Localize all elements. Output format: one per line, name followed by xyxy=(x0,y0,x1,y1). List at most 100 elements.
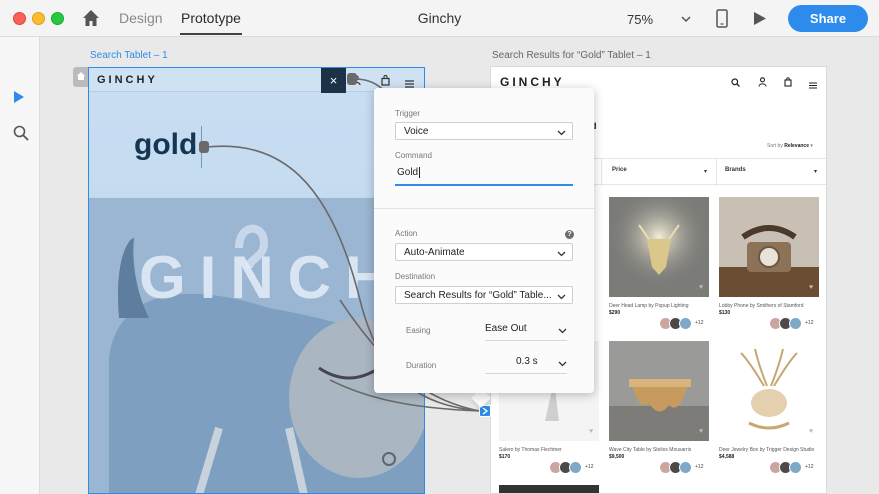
easing-select[interactable]: Ease Out xyxy=(485,323,567,341)
card-price: $290 xyxy=(609,310,621,316)
chevron-down-icon xyxy=(558,326,567,337)
chevron-down-icon[interactable]: ▾ xyxy=(704,168,707,175)
device-preview-icon[interactable] xyxy=(716,9,728,33)
interaction-popover: Trigger Voice Command Gold Action ? Auto… xyxy=(374,88,594,393)
tablet-logo: GINCHY xyxy=(97,74,158,86)
help-icon[interactable]: ? xyxy=(565,230,574,239)
filter-divider xyxy=(716,159,717,186)
popover-divider xyxy=(374,208,594,209)
filter-divider xyxy=(601,159,602,186)
left-toolbar xyxy=(0,37,40,494)
play-icon[interactable] xyxy=(753,11,767,31)
chevron-down-icon[interactable]: ▾ xyxy=(814,168,817,175)
card-price: $9,500 xyxy=(609,454,625,460)
command-label: Command xyxy=(395,151,432,160)
minimize-window-button[interactable] xyxy=(32,12,45,25)
filter-price[interactable]: Price xyxy=(612,167,627,173)
card-avatars: +12 xyxy=(549,461,609,475)
chevron-down-icon xyxy=(558,359,567,370)
zoom-level[interactable]: 75% xyxy=(627,12,653,27)
favorite-icon[interactable]: ♥ xyxy=(589,428,593,435)
trigger-label: Trigger xyxy=(395,109,421,118)
action-select[interactable]: Auto-Animate xyxy=(395,243,573,261)
avatar xyxy=(789,317,802,330)
card-title[interactable]: Deer Head Lamp by Popup Lighting xyxy=(609,303,689,309)
sort-control[interactable]: Sort by Relevance ▾ xyxy=(767,143,813,149)
favorite-icon[interactable]: ♥ xyxy=(809,284,813,291)
duration-value: 0.3 s xyxy=(516,356,538,367)
home-artboard-marker[interactable] xyxy=(73,67,88,87)
avatar-more-count: +12 xyxy=(585,464,594,470)
product-image-deer-lamp[interactable] xyxy=(609,197,709,297)
destination-select[interactable]: Search Results for “Gold” Table... xyxy=(395,286,573,304)
card-avatars: +12 xyxy=(769,461,826,475)
card-avatars: +12 xyxy=(659,461,719,475)
bag-icon[interactable] xyxy=(784,74,792,92)
text-cursor xyxy=(201,126,202,168)
avatar-more-count: +12 xyxy=(805,320,814,326)
user-icon[interactable] xyxy=(351,73,361,91)
card-avatars: +12 xyxy=(659,317,719,331)
action-value: Auto-Animate xyxy=(404,247,465,258)
favorite-icon[interactable]: ♥ xyxy=(699,284,703,291)
select-tool-icon[interactable] xyxy=(13,90,25,109)
active-tab-indicator xyxy=(180,33,242,35)
search-icon[interactable] xyxy=(731,74,740,92)
avatar-more-count: +12 xyxy=(695,464,704,470)
destination-value: Search Results for “Gold” Table... xyxy=(404,290,552,301)
card-price: $170 xyxy=(499,454,511,460)
duration-select[interactable]: 0.3 s xyxy=(485,356,567,374)
card-avatars: +12 xyxy=(769,317,826,331)
chevron-down-icon xyxy=(557,128,566,139)
avatar-more-count: +12 xyxy=(695,320,704,326)
command-value: Gold xyxy=(397,167,419,179)
results-logo: GINCHY xyxy=(500,75,565,89)
card-title[interactable]: Deer Jewelry Box by Trigger Design Studi… xyxy=(719,447,814,453)
product-image-wave-table[interactable] xyxy=(609,341,709,441)
close-search-button[interactable]: × xyxy=(321,68,346,93)
artboard-label-search-results[interactable]: Search Results for “Gold” Tablet – 1 xyxy=(492,50,651,61)
search-query-text[interactable]: gold xyxy=(134,128,197,162)
favorite-icon[interactable]: ♥ xyxy=(699,428,703,435)
avatar xyxy=(789,461,802,474)
product-image-lobby-phone[interactable] xyxy=(719,197,819,297)
user-icon[interactable] xyxy=(758,74,767,92)
share-button[interactable]: Share xyxy=(788,5,868,32)
action-label: Action xyxy=(395,229,418,238)
trigger-value: Voice xyxy=(404,126,429,137)
duration-label: Duration xyxy=(406,361,437,370)
avatar xyxy=(569,461,582,474)
home-icon[interactable] xyxy=(81,8,101,28)
filter-brands[interactable]: Brands xyxy=(725,167,746,173)
text-cursor xyxy=(419,167,421,178)
command-input[interactable]: Gold xyxy=(395,164,573,186)
trigger-select[interactable]: Voice xyxy=(395,122,573,140)
easing-label: Easing xyxy=(406,326,431,335)
destination-label: Destination xyxy=(395,272,436,281)
product-image-partial[interactable] xyxy=(499,485,599,493)
product-image-deer-jewelry-box[interactable] xyxy=(719,341,819,441)
tab-design[interactable]: Design xyxy=(119,10,163,26)
chevron-down-icon[interactable] xyxy=(680,12,692,30)
card-title[interactable]: Wave City Table by Stelios Mousarris xyxy=(609,447,691,453)
chevron-down-icon xyxy=(557,292,566,303)
card-price: $4,588 xyxy=(719,454,735,460)
avatar-more-count: +12 xyxy=(805,464,814,470)
card-price: $130 xyxy=(719,310,731,316)
sort-prefix: Sort by xyxy=(767,143,783,149)
tab-prototype[interactable]: Prototype xyxy=(181,10,241,26)
chevron-down-icon xyxy=(557,249,566,260)
avatar xyxy=(679,317,692,330)
card-title[interactable]: Lobby Phone by Smithers of Stamford xyxy=(719,303,804,309)
avatar xyxy=(679,461,692,474)
favorite-icon[interactable]: ♥ xyxy=(809,428,813,435)
easing-value: Ease Out xyxy=(485,323,527,334)
close-window-button[interactable] xyxy=(13,12,26,25)
card-title[interactable]: Salero by Thomas Flechtner xyxy=(499,447,562,453)
sort-value: Relevance xyxy=(784,143,809,149)
artboard-label-search-tablet[interactable]: Search Tablet – 1 xyxy=(90,50,168,61)
title-bar: Design Prototype Ginchy 75% Share xyxy=(0,0,879,37)
menu-icon[interactable] xyxy=(809,76,817,94)
search-icon[interactable] xyxy=(13,125,29,146)
zoom-window-button[interactable] xyxy=(51,12,64,25)
